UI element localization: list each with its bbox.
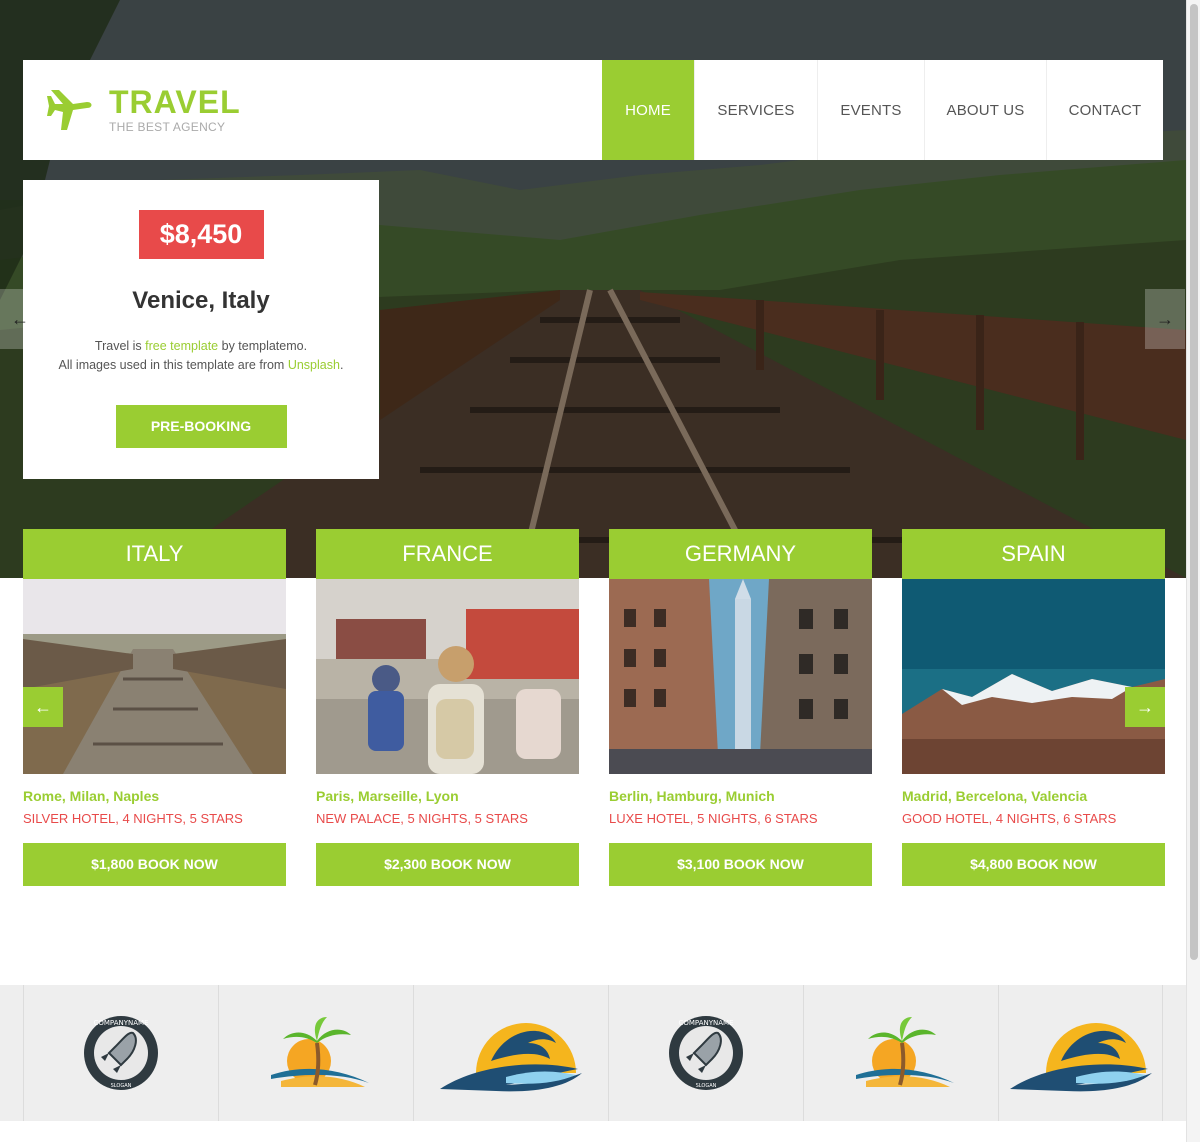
desc-text: All images used in this template are fro…	[58, 358, 288, 372]
card-country: ITALY	[23, 529, 286, 579]
card-cities: Rome, Milan, Naples	[23, 788, 160, 804]
offer-city: Venice, Italy	[132, 287, 270, 314]
partner-logo[interactable]	[803, 985, 998, 1121]
destinations-prev-arrow[interactable]: ←	[23, 687, 63, 727]
book-now-button[interactable]: $2,300 BOOK NOW	[316, 843, 579, 886]
airplane-icon	[47, 90, 92, 130]
brand-subtitle: THE BEST AGENCY	[109, 119, 226, 134]
card-cities: Paris, Marseille, Lyon	[316, 788, 459, 804]
card-country: SPAIN	[902, 529, 1165, 579]
nav-contact[interactable]: CONTACT	[1046, 60, 1163, 160]
rocket-badge-logo-icon: COMPANYNAME SLOGAN	[669, 1016, 743, 1090]
palm-island-logo-icon	[271, 1017, 369, 1087]
card-hotel-info: LUXE HOTEL, 5 NIGHTS, 6 STARS	[609, 811, 818, 826]
brand-logo[interactable]: TRAVEL THE BEST AGENCY	[23, 60, 602, 160]
card-hotel-info: SILVER HOTEL, 4 NIGHTS, 5 STARS	[23, 811, 243, 826]
logo-text: SLOGAN	[696, 1083, 717, 1089]
palm-island-logo-icon	[856, 1017, 954, 1087]
dolphin-wave-logo-icon	[440, 1023, 582, 1092]
site-header: TRAVEL THE BEST AGENCY HOME SERVICES EVE…	[23, 60, 1163, 160]
featured-offer-box: $8,450 Venice, Italy Travel is free temp…	[23, 180, 379, 479]
france-street-image	[316, 579, 579, 774]
destination-card-germany: GERMANY Berlin, Hamburg, Munich LUXE HOT…	[609, 529, 872, 886]
nav-events[interactable]: EVENTS	[817, 60, 924, 160]
book-now-button[interactable]: $3,100 BOOK NOW	[609, 843, 872, 886]
scrollbar-thumb[interactable]	[1190, 4, 1198, 960]
pre-booking-button[interactable]: PRE-BOOKING	[115, 405, 287, 448]
dolphin-wave-logo-icon	[1009, 1023, 1152, 1092]
partner-logo[interactable]	[413, 985, 608, 1121]
partner-logo[interactable]: COMPANYNAME SLOGAN	[23, 985, 218, 1121]
free-template-link[interactable]: free template	[145, 339, 218, 353]
hero-next-arrow[interactable]: →	[1145, 289, 1185, 349]
page-scrollbar[interactable]	[1186, 0, 1200, 1142]
main-nav: HOME SERVICES EVENTS ABOUT US CONTACT	[602, 60, 1163, 160]
card-country: GERMANY	[609, 529, 872, 579]
hero-prev-arrow[interactable]: ←	[0, 289, 40, 349]
book-now-button[interactable]: $4,800 BOOK NOW	[902, 843, 1165, 886]
partner-logo[interactable]	[218, 985, 413, 1121]
desc-text: by templatemo.	[218, 339, 308, 353]
card-cities: Madrid, Bercelona, Valencia	[902, 788, 1088, 804]
card-country: FRANCE	[316, 529, 579, 579]
spain-mountain-image	[902, 579, 1165, 774]
brand-title: TRAVEL	[109, 83, 241, 120]
card-cities: Berlin, Hamburg, Munich	[609, 788, 775, 804]
destination-card-france: FRANCE Paris, Marseille, Lyon NEW PALACE…	[316, 529, 579, 886]
partner-logo[interactable]	[998, 985, 1163, 1121]
desc-text: Travel is	[94, 339, 146, 353]
nav-services[interactable]: SERVICES	[694, 60, 817, 160]
offer-description: Travel is free template by templatemo. A…	[23, 337, 379, 375]
card-hotel-info: GOOD HOTEL, 4 NIGHTS, 6 STARS	[902, 811, 1117, 826]
unsplash-link[interactable]: Unsplash	[288, 358, 340, 372]
logo-text: COMPANYNAME	[94, 1019, 149, 1027]
italy-boardwalk-image	[23, 579, 286, 774]
partner-logo[interactable]: COMPANYNAME SLOGAN	[608, 985, 803, 1121]
offer-price-badge: $8,450	[138, 210, 264, 259]
nav-home[interactable]: HOME	[602, 60, 694, 160]
logo-text: SLOGAN	[111, 1083, 132, 1089]
logo-text: COMPANYNAME	[679, 1019, 734, 1027]
desc-text: .	[339, 358, 344, 372]
book-now-button[interactable]: $1,800 BOOK NOW	[23, 843, 286, 886]
partner-logos-strip: COMPANYNAME SLOGAN COMPANYNAME SLOGAN	[0, 985, 1186, 1121]
card-hotel-info: NEW PALACE, 5 NIGHTS, 5 STARS	[316, 811, 528, 826]
nav-about-us[interactable]: ABOUT US	[924, 60, 1046, 160]
germany-city-image	[609, 579, 872, 774]
destinations-next-arrow[interactable]: →	[1125, 687, 1165, 727]
rocket-badge-logo-icon: COMPANYNAME SLOGAN	[84, 1016, 158, 1090]
